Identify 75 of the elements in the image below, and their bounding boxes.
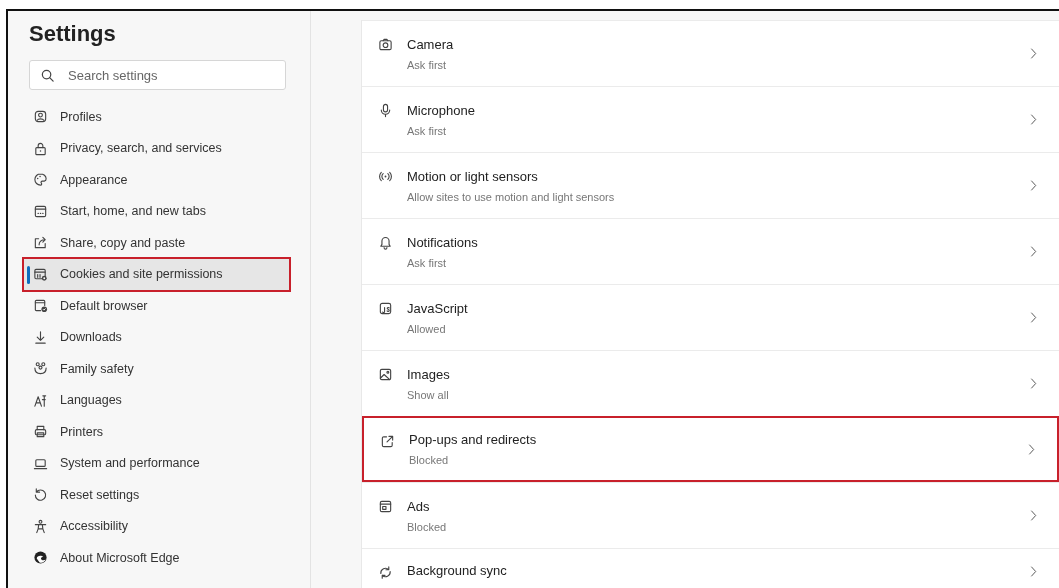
chevron-right-icon bbox=[1028, 442, 1035, 456]
sidebar-item[interactable]: Accessibility bbox=[24, 510, 289, 542]
microphone-icon bbox=[378, 103, 393, 118]
permission-status: Ask first bbox=[407, 256, 448, 269]
permission-title: Motion or light sensors bbox=[407, 168, 539, 184]
permission-row[interactable]: Background sync bbox=[362, 548, 1059, 588]
sidebar-item[interactable]: Privacy, search, and services bbox=[24, 132, 289, 164]
permission-title: JavaScript bbox=[407, 300, 469, 316]
chevron-right-icon bbox=[1030, 47, 1037, 60]
language-icon bbox=[33, 392, 48, 408]
permission-row[interactable]: JavaScript Allowed bbox=[362, 284, 1059, 350]
permission-title: Notifications bbox=[407, 234, 479, 250]
image-icon bbox=[378, 367, 393, 382]
sidebar-item[interactable]: Cookies and site permissions bbox=[24, 258, 289, 290]
permission-status: Blocked bbox=[407, 520, 448, 533]
browser-check-icon bbox=[33, 298, 48, 314]
palette-icon bbox=[33, 172, 48, 188]
sidebar-item[interactable]: Reset settings bbox=[24, 479, 289, 511]
permission-row[interactable]: Motion or light sensors Allow sites to use motion and light sensors bbox=[362, 152, 1059, 218]
permission-status: Allowed bbox=[407, 322, 447, 335]
chevron-right-icon bbox=[1030, 113, 1037, 126]
permission-title: Background sync bbox=[407, 563, 508, 578]
sidebar-item[interactable]: System and performance bbox=[24, 447, 289, 479]
permission-title: Ads bbox=[407, 498, 431, 514]
sidebar-item[interactable]: About Microsoft Edge bbox=[24, 542, 289, 574]
permission-row[interactable]: Camera Ask first bbox=[362, 20, 1059, 86]
permission-title: Pop-ups and redirects bbox=[409, 432, 538, 447]
permission-row[interactable]: Images Show all bbox=[362, 350, 1059, 416]
permission-title: Microphone bbox=[407, 102, 476, 118]
chevron-right-icon bbox=[1030, 179, 1037, 192]
sync-icon bbox=[378, 565, 393, 580]
edge-logo-icon bbox=[33, 550, 48, 566]
permission-status: Show all bbox=[407, 388, 450, 401]
chevron-right-icon bbox=[1030, 509, 1037, 522]
permission-status: Ask first bbox=[407, 124, 448, 137]
permission-title: Camera bbox=[407, 36, 455, 52]
ad-window-icon bbox=[378, 499, 393, 514]
bell-icon bbox=[378, 235, 393, 250]
settings-title: Settings bbox=[29, 20, 117, 48]
sensor-icon bbox=[378, 169, 393, 184]
chevron-right-icon bbox=[1030, 377, 1037, 390]
window-icon bbox=[33, 203, 48, 219]
javascript-icon bbox=[378, 301, 393, 316]
camera-icon bbox=[378, 37, 393, 52]
sidebar-item[interactable]: Share, copy and paste bbox=[24, 227, 289, 259]
sidebar-item[interactable]: Family safety bbox=[24, 353, 289, 385]
permission-row[interactable]: Notifications Ask first bbox=[362, 218, 1059, 284]
external-link-icon bbox=[380, 434, 395, 449]
permission-row[interactable]: Ads Blocked bbox=[362, 482, 1059, 548]
sidebar-item[interactable]: Appearance bbox=[24, 164, 289, 196]
permission-status: Blocked bbox=[409, 454, 450, 466]
sidebar-item[interactable]: Languages bbox=[24, 384, 289, 416]
sidebar-item[interactable]: Profiles bbox=[24, 101, 289, 133]
chevron-right-icon bbox=[1030, 245, 1037, 258]
permission-title: Images bbox=[407, 366, 451, 382]
cookie-settings-icon bbox=[33, 266, 48, 282]
profile-icon bbox=[33, 109, 48, 125]
chevron-right-icon bbox=[1030, 565, 1037, 578]
sidebar-item[interactable]: Default browser bbox=[24, 290, 289, 322]
chevron-right-icon bbox=[1030, 311, 1037, 324]
reset-icon bbox=[33, 487, 48, 503]
permission-status: Allow sites to use motion and light sensors bbox=[407, 190, 616, 203]
lock-icon bbox=[33, 140, 48, 156]
permission-row[interactable]: Microphone Ask first bbox=[362, 86, 1059, 152]
permission-row[interactable]: Pop-ups and redirects Blocked bbox=[362, 416, 1059, 482]
share-icon bbox=[33, 235, 48, 251]
accessibility-icon bbox=[33, 518, 48, 534]
printer-icon bbox=[33, 424, 48, 440]
permission-status: Ask first bbox=[407, 58, 448, 71]
sidebar-item[interactable]: Downloads bbox=[24, 321, 289, 353]
sidebar-item[interactable]: Start, home, and new tabs bbox=[24, 195, 289, 227]
sidebar-item[interactable]: Printers bbox=[24, 416, 289, 448]
download-icon bbox=[33, 329, 48, 345]
search-field[interactable]: Search settings bbox=[29, 60, 286, 90]
family-icon bbox=[33, 361, 48, 377]
